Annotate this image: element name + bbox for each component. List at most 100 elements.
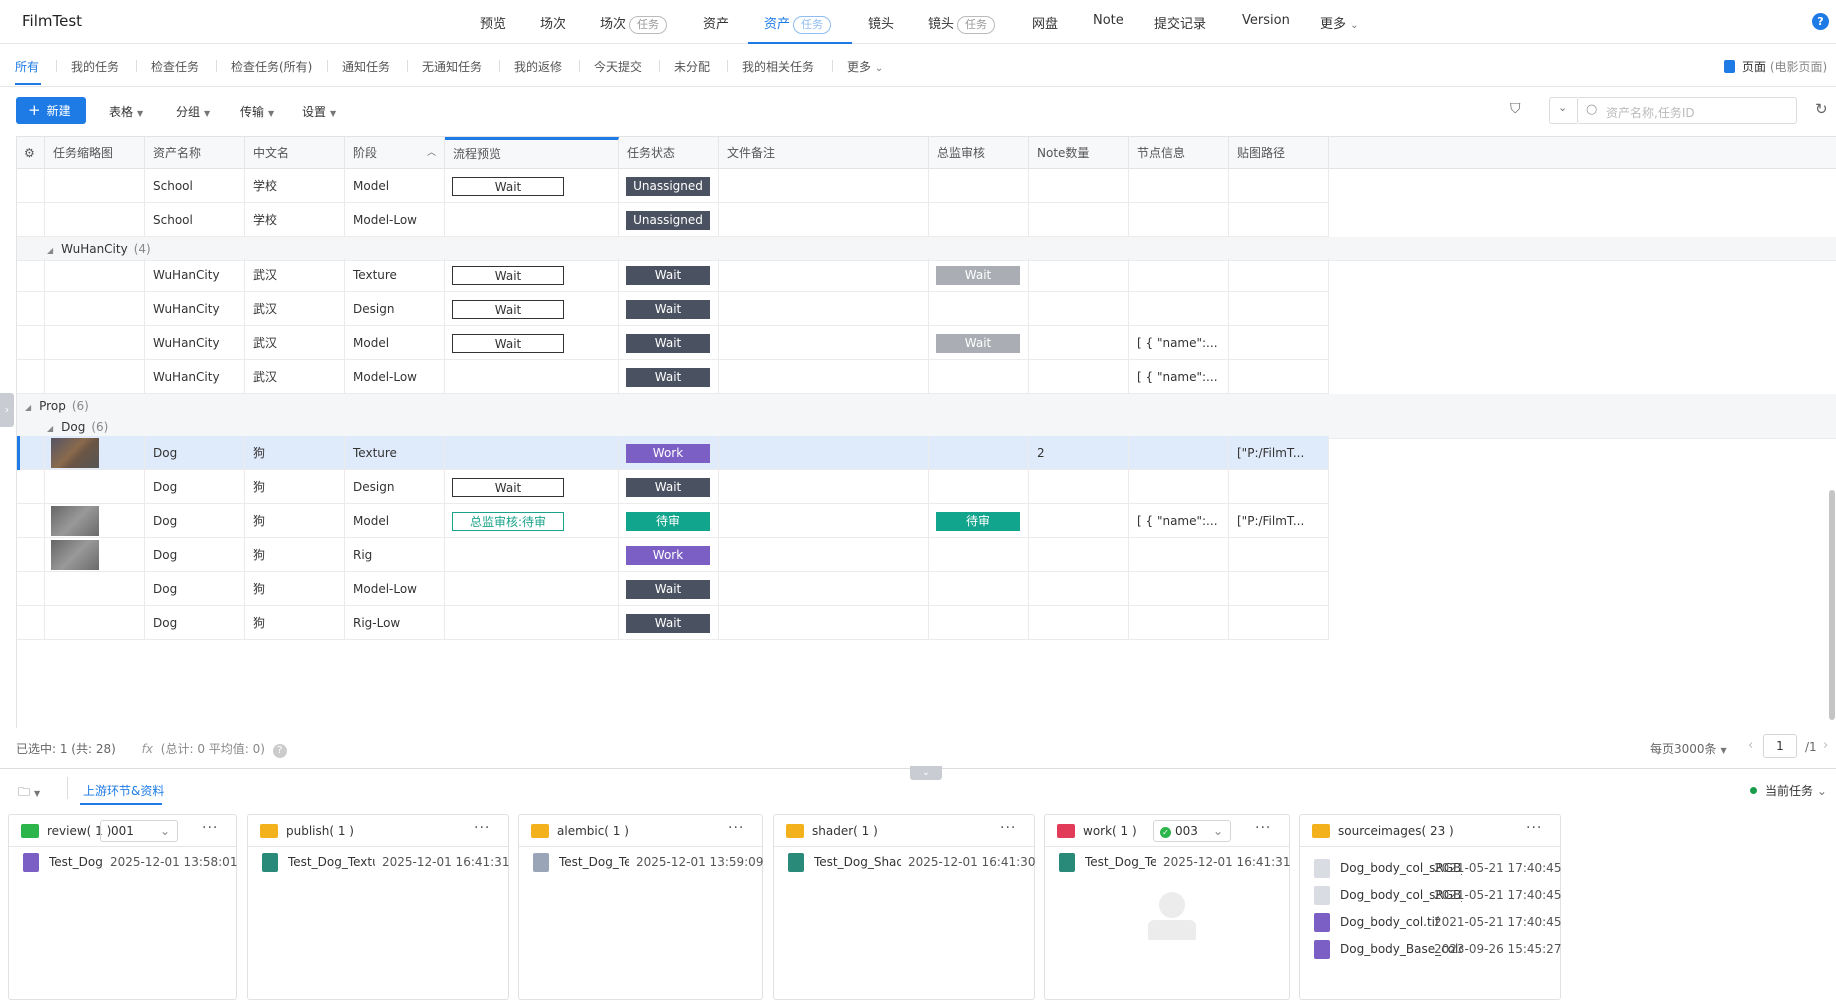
page-selector[interactable]: 页面 (电影页面) bbox=[1724, 58, 1827, 75]
help-icon[interactable]: ? bbox=[1812, 13, 1829, 30]
more-icon[interactable]: ··· bbox=[474, 820, 490, 836]
col-note-count[interactable]: Note数量 bbox=[1029, 137, 1129, 169]
file-row[interactable]: Test_Dog_Shader.ma 2025-12-01 16:41:30 bbox=[774, 849, 1035, 877]
col-asset-name[interactable]: 资产名称 bbox=[145, 137, 245, 169]
nav-submit-records[interactable]: 提交记录 bbox=[1154, 13, 1206, 32]
table-menu[interactable]: 表格 ▼ bbox=[109, 103, 143, 120]
page-size-select[interactable]: 每页3000条 ▼ bbox=[1650, 740, 1727, 757]
search-scope-dropdown[interactable]: ⌄ bbox=[1549, 97, 1577, 124]
table-row[interactable]: Dog 狗 Texture Work 2 ["P:/FilmT... bbox=[17, 436, 1329, 470]
nav-scene[interactable]: 场次 bbox=[540, 13, 566, 32]
table-row[interactable]: WuHanCity 武汉 Model Wait Wait Wait[ { "name":.… bbox=[17, 326, 1329, 360]
sidebar-expand-handle[interactable]: › bbox=[0, 393, 14, 427]
nav-version[interactable]: Version bbox=[1242, 13, 1290, 28]
subtab-more[interactable]: 更多 ⌄ bbox=[847, 58, 883, 75]
col-texture-path[interactable]: 贴图路径 bbox=[1229, 137, 1329, 169]
more-icon[interactable]: ··· bbox=[202, 820, 218, 836]
nav-shot[interactable]: 镜头 bbox=[868, 13, 894, 32]
col-cn-name[interactable]: 中文名 bbox=[245, 137, 345, 169]
task-thumbnail-image[interactable] bbox=[51, 506, 99, 536]
nav-preview[interactable]: 预览 bbox=[480, 13, 506, 32]
subtab-today-submit[interactable]: 今天提交 bbox=[594, 58, 642, 75]
current-task-select[interactable]: 当前任务 ⌄ bbox=[1750, 782, 1827, 799]
more-icon[interactable]: ··· bbox=[1000, 820, 1016, 836]
cell-select[interactable] bbox=[17, 572, 45, 606]
cell-select[interactable] bbox=[17, 436, 45, 470]
col-flow-preview[interactable]: 流程预览 bbox=[445, 137, 619, 169]
cell-select[interactable] bbox=[17, 606, 45, 640]
cell-select[interactable] bbox=[17, 292, 45, 326]
file-row[interactable]: Test_Dog_Textu... 2025-12-01 13:59:09 bbox=[519, 849, 763, 877]
table-row[interactable]: Dog 狗 Model-Low Wait bbox=[17, 572, 1329, 606]
more-icon[interactable]: ··· bbox=[1255, 820, 1271, 836]
info-icon[interactable]: ? bbox=[272, 744, 287, 758]
more-icon[interactable]: ··· bbox=[1526, 820, 1542, 836]
cell-select[interactable] bbox=[17, 169, 45, 203]
cell-select[interactable] bbox=[17, 203, 45, 237]
table-row[interactable]: WuHanCity 武汉 Model-Low Wait [ { "name":... bbox=[17, 360, 1329, 394]
col-file-notes[interactable]: 文件备注 bbox=[719, 137, 929, 169]
subtab-my-related[interactable]: 我的相关任务 bbox=[742, 58, 814, 75]
file-row[interactable]: Dog_body_col.tif 2021-05-21 17:40:45 bbox=[1300, 909, 1561, 937]
subtab-notify-tasks[interactable]: 通知任务 bbox=[342, 58, 390, 75]
page-number-input[interactable]: 1 bbox=[1763, 734, 1797, 758]
subtab-my-tasks[interactable]: 我的任务 bbox=[71, 58, 119, 75]
cell-select[interactable] bbox=[17, 538, 45, 572]
task-thumbnail-image[interactable] bbox=[51, 438, 99, 468]
group-menu[interactable]: 分组 ▼ bbox=[176, 103, 210, 120]
cell-select[interactable] bbox=[17, 360, 45, 394]
subtab-check-tasks-all[interactable]: 检查任务(所有) bbox=[231, 58, 312, 75]
refresh-icon[interactable]: ↻ bbox=[1815, 100, 1828, 118]
nav-netdisk[interactable]: 网盘 bbox=[1032, 13, 1058, 32]
file-row[interactable]: Test_Dog_Texture.ma 2025-12-01 16:41:31 bbox=[248, 849, 509, 877]
folder-view-toggle[interactable]: 🗀 ▼ bbox=[18, 783, 40, 804]
settings-menu[interactable]: 设置 ▼ bbox=[302, 103, 336, 120]
subtab-check-tasks[interactable]: 检查任务 bbox=[151, 58, 199, 75]
sort-up-icon[interactable]: ︿ bbox=[427, 137, 436, 169]
col-director-review[interactable]: 总监审核 bbox=[929, 137, 1029, 169]
file-row[interactable]: Test_Dog_Te... 2025-12-01 13:58:01 bbox=[9, 849, 237, 877]
search-input[interactable]: ○ 资产名称,任务ID bbox=[1577, 97, 1797, 124]
collapse-triangle-icon[interactable]: ◢ bbox=[47, 246, 53, 255]
table-row[interactable]: WuHanCity 武汉 Design Wait Wait bbox=[17, 292, 1329, 326]
file-row[interactable]: Dog_body_col_sRGB_...2021-05-21 17:40:45 bbox=[1300, 855, 1561, 883]
subtab-unassigned[interactable]: 未分配 bbox=[674, 58, 710, 75]
collapse-triangle-icon[interactable]: ◢ bbox=[25, 403, 31, 412]
col-node-info[interactable]: 节点信息 bbox=[1129, 137, 1229, 169]
filter-icon[interactable]: ⛉ bbox=[1510, 101, 1521, 117]
nav-asset[interactable]: 资产 bbox=[703, 13, 729, 32]
cell-select[interactable] bbox=[17, 470, 45, 504]
version-dropdown[interactable]: ✓ 003 ⌄ bbox=[1153, 820, 1231, 842]
file-row[interactable]: Test_Dog_Textu... 2025-12-01 16:41:31 bbox=[1045, 849, 1290, 877]
cell-select[interactable] bbox=[17, 258, 45, 292]
collapse-triangle-icon[interactable]: ◢ bbox=[47, 424, 53, 433]
nav-asset-task[interactable]: 资产 任务 bbox=[764, 13, 832, 34]
nav-more[interactable]: 更多 ⌄ bbox=[1320, 13, 1359, 32]
more-icon[interactable]: ··· bbox=[728, 820, 744, 836]
nav-scene-task[interactable]: 场次 任务 bbox=[600, 13, 668, 34]
table-row[interactable]: Dog 狗 Rig Work bbox=[17, 538, 1329, 572]
task-thumbnail-image[interactable] bbox=[51, 540, 99, 570]
col-stage[interactable]: 阶段 ︿ bbox=[345, 137, 445, 169]
col-task-status[interactable]: 任务状态 bbox=[619, 137, 719, 169]
cell-select[interactable] bbox=[17, 504, 45, 538]
cell-select[interactable] bbox=[17, 326, 45, 360]
table-row[interactable]: School 学校 Model Wait Unassigned bbox=[17, 169, 1329, 203]
table-row[interactable]: School 学校 Model-Low Unassigned bbox=[17, 203, 1329, 237]
subtab-all[interactable]: 所有 bbox=[15, 58, 39, 75]
panel-collapse-handle[interactable]: ⌄ bbox=[910, 766, 942, 780]
table-row[interactable]: Dog 狗 Model 总监审核:待审 待审 待审[ { "name":... ["P:/F… bbox=[17, 504, 1329, 538]
col-thumbnail[interactable]: 任务缩略图 bbox=[45, 137, 145, 169]
table-row[interactable]: WuHanCity 武汉 Texture Wait Wait Wait bbox=[17, 258, 1329, 292]
new-button[interactable]: + 新建 bbox=[16, 97, 86, 124]
table-scrollbar[interactable] bbox=[1829, 490, 1835, 720]
tab-upstream-resources[interactable]: 上游环节&资料 bbox=[83, 782, 164, 799]
next-page-icon[interactable]: › bbox=[1823, 738, 1828, 753]
subtab-no-notify-tasks[interactable]: 无通知任务 bbox=[422, 58, 482, 75]
file-row[interactable]: Dog_body_Base_color.tif2023-09-26 15:45:… bbox=[1300, 936, 1561, 964]
column-settings-icon[interactable]: ⚙ bbox=[17, 137, 45, 169]
version-dropdown[interactable]: 001 ⌄ bbox=[100, 820, 178, 842]
file-row[interactable]: Dog_body_col_sRGB_...2021-05-21 17:40:45 bbox=[1300, 882, 1561, 910]
subtab-my-rework[interactable]: 我的返修 bbox=[514, 58, 562, 75]
table-row[interactable]: Dog 狗 Rig-Low Wait bbox=[17, 606, 1329, 640]
